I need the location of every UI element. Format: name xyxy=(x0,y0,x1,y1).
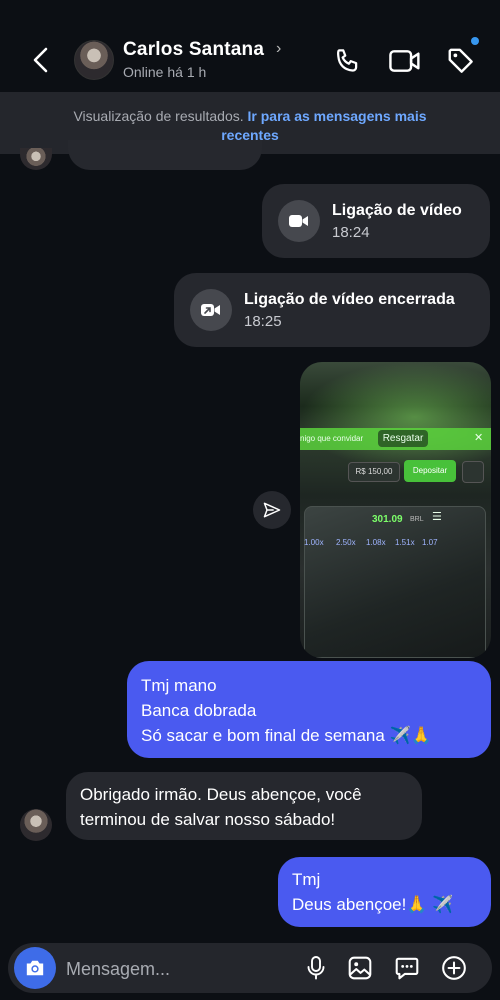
notification-dot xyxy=(471,37,479,45)
message-input[interactable] xyxy=(64,953,288,985)
image-gallery-icon[interactable] xyxy=(347,955,373,981)
send-icon xyxy=(263,502,281,518)
banner-text: Visualização de resultados. xyxy=(73,108,244,124)
photo-odd: 1.08x xyxy=(366,538,386,547)
add-plus-icon[interactable] xyxy=(441,955,467,981)
photo-odd: 1.00x xyxy=(304,538,324,547)
outgoing-message-bubble[interactable]: Tmj Deus abençoe!🙏 ✈️ xyxy=(278,857,491,927)
message-line: Deus abençoe!🙏 ✈️ xyxy=(292,895,454,914)
tag-icon[interactable] xyxy=(446,46,476,76)
call-time: 18:24 xyxy=(332,224,370,241)
call-time: 18:25 xyxy=(244,313,282,330)
sticker-chat-icon[interactable] xyxy=(394,955,420,981)
camera-button[interactable] xyxy=(14,947,56,989)
video-call-ended-bubble[interactable]: Ligação de vídeo encerrada 18:25 xyxy=(174,273,490,347)
incoming-message-bubble[interactable]: Obrigado irmão. Deus abençoe, você termi… xyxy=(66,772,422,840)
contact-avatar-small xyxy=(20,148,52,170)
message-line: Tmj xyxy=(292,870,321,889)
contact-status: Online há 1 h xyxy=(123,64,207,80)
previous-message-bubble xyxy=(68,140,262,170)
back-arrow-icon[interactable] xyxy=(28,44,54,76)
photo-amount: 301.09 xyxy=(372,514,403,525)
message-line: terminou de salvar nosso sábado! xyxy=(80,810,336,829)
shared-photo[interactable]: nigo que convidar Resgatar ✕ R$ 150,00 D… xyxy=(300,362,491,658)
camera-icon xyxy=(26,960,44,976)
contact-avatar-small[interactable] xyxy=(20,809,52,841)
video-camera-icon xyxy=(289,215,308,227)
chevron-right-icon[interactable]: › xyxy=(276,40,281,58)
jump-to-recent-link[interactable]: Ir para as mensagens mais xyxy=(248,108,427,124)
photo-user-icon xyxy=(462,461,484,483)
message-line: Banca dobrada xyxy=(141,701,257,720)
photo-invite-text: nigo que convidar xyxy=(300,434,364,443)
photo-glow xyxy=(300,362,491,472)
photo-redeem-button: Resgatar xyxy=(378,430,428,447)
microphone-icon[interactable] xyxy=(304,955,328,981)
photo-close-icon: ✕ xyxy=(474,432,484,444)
contact-name[interactable]: Carlos Santana xyxy=(123,39,264,61)
photo-odd: 1.07 xyxy=(422,538,438,547)
message-line: Tmj mano xyxy=(141,676,217,695)
video-call-ended-icon xyxy=(201,304,220,316)
chat-header: Carlos Santana › Online há 1 h xyxy=(0,0,500,92)
phone-icon[interactable] xyxy=(333,46,363,76)
photo-currency: BRL xyxy=(410,516,424,523)
message-composer xyxy=(8,943,492,993)
contact-avatar[interactable] xyxy=(74,40,114,80)
outgoing-message-bubble[interactable]: Tmj mano Banca dobrada Só sacar e bom fi… xyxy=(127,661,491,758)
message-line: Obrigado irmão. Deus abençoe, você xyxy=(80,785,362,804)
video-camera-icon[interactable] xyxy=(388,46,422,76)
photo-odd: 2.50x xyxy=(336,538,356,547)
share-button[interactable] xyxy=(253,491,291,529)
photo-odd: 1.51x xyxy=(395,538,415,547)
video-call-ended-icon-circle xyxy=(190,289,232,331)
video-call-icon-circle xyxy=(278,200,320,242)
call-title: Ligação de vídeo xyxy=(332,202,462,219)
photo-balance: R$ 150,00 xyxy=(348,462,400,482)
photo-game-panel xyxy=(304,506,486,658)
message-line: Só sacar e bom final de semana ✈️🙏 xyxy=(141,726,432,745)
video-call-bubble[interactable]: Ligação de vídeo 18:24 xyxy=(262,184,490,258)
photo-menu-icon: ☰ xyxy=(432,511,442,523)
call-title: Ligação de vídeo encerrada xyxy=(244,291,455,308)
photo-deposit-button: Depositar xyxy=(404,460,456,482)
